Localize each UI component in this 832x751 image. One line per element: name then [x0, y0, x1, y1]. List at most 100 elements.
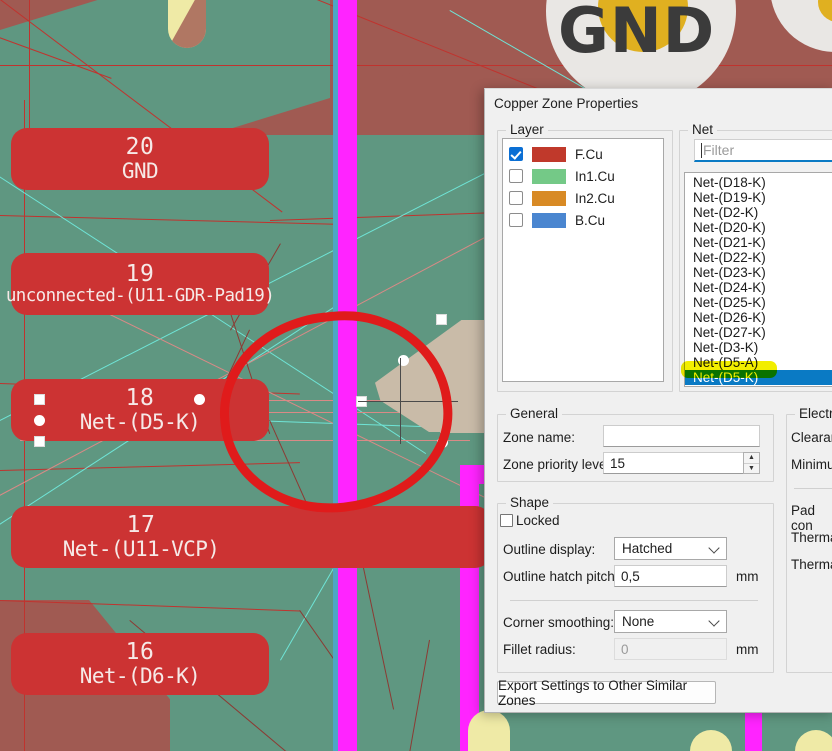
zone-name-input[interactable] — [603, 425, 760, 447]
layer-checkbox-bcu[interactable] — [509, 213, 523, 227]
annotation-highlight — [681, 361, 777, 378]
net-flag-name: unconnected-(U11-GDR-Pad19) — [5, 285, 275, 306]
net-flag-name: GND — [121, 159, 159, 184]
net-list-item[interactable]: Net-(D24-K) — [685, 280, 832, 295]
selection-handle[interactable] — [34, 394, 45, 405]
zone-priority-value: 15 — [610, 455, 626, 471]
net-flag[interactable]: 20 GND — [11, 128, 269, 190]
electrical-group-label: Electrical — [795, 406, 832, 421]
fillet-radius-unit: mm — [736, 642, 759, 657]
layer-color-swatch — [532, 168, 566, 184]
fillet-radius-input: 0 — [614, 638, 727, 660]
net-list-item[interactable]: Net-(D2-K) — [685, 205, 832, 220]
minimum-width-label: Minimum — [791, 457, 832, 472]
silk-pad — [690, 730, 732, 751]
outline-display-value: Hatched — [622, 541, 673, 556]
locked-label: Locked — [516, 513, 560, 528]
silk-pad — [795, 730, 832, 751]
selection-handle[interactable] — [34, 415, 45, 426]
net-flag-number: 19 — [125, 261, 155, 288]
layer-checkbox-in1cu[interactable] — [509, 169, 523, 183]
outline-display-label: Outline display: — [503, 542, 596, 557]
zone-name-label: Zone name: — [503, 430, 576, 445]
layer-name: F.Cu — [575, 146, 603, 162]
net-list-item[interactable]: Net-(D20-K) — [685, 220, 832, 235]
stepper-down-icon[interactable]: ▼ — [744, 464, 759, 474]
screen: GND 20 GND 19 unconnected-(U11-GDR-Pad19… — [0, 0, 832, 751]
net-list[interactable]: Net-(D18-K) Net-(D19-K) Net-(D2-K) Net-(… — [684, 172, 832, 387]
selection-handle[interactable] — [194, 394, 205, 405]
outline-display-select[interactable]: Hatched — [614, 537, 727, 560]
outline-hatch-pitch-input[interactable]: 0,5 — [614, 565, 727, 587]
divider — [510, 600, 758, 601]
layer-name: In2.Cu — [575, 190, 615, 206]
layer-checkbox-fcu[interactable] — [509, 147, 523, 161]
net-list-item[interactable]: Net-(D18-K) — [685, 175, 832, 190]
net-flag-name: Net-(D5-K) — [79, 410, 201, 435]
net-list-item[interactable]: Net-(D22-K) — [685, 250, 832, 265]
selection-handle[interactable] — [436, 314, 447, 325]
clearance-label: Clearanc — [791, 430, 832, 445]
corner-smoothing-label: Corner smoothing: — [503, 615, 615, 630]
net-list-item[interactable]: Net-(D6-K) — [685, 385, 832, 386]
layer-color-swatch — [532, 146, 566, 162]
net-list-item[interactable]: Net-(D3-K) — [685, 340, 832, 355]
net-list-item[interactable]: Net-(D19-K) — [685, 190, 832, 205]
corner-smoothing-select[interactable]: None — [614, 610, 727, 633]
pad-connections-label: Pad con — [791, 503, 816, 533]
net-list-item[interactable]: Net-(D23-K) — [685, 265, 832, 280]
outline-hatch-pitch-label: Outline hatch pitch: — [503, 569, 619, 584]
chevron-down-icon — [708, 614, 720, 627]
net-flag-number: 16 — [125, 639, 155, 666]
net-list-item[interactable]: Net-(D21-K) — [685, 235, 832, 250]
layer-row-fcu[interactable]: F.Cu — [503, 143, 663, 165]
net-flag-number: 18 — [125, 385, 155, 412]
net-filter-input[interactable]: Filter — [694, 139, 832, 162]
silk-pad — [468, 710, 510, 751]
zone-priority-input[interactable]: 15 — [603, 452, 760, 474]
divider — [794, 488, 832, 489]
export-settings-label: Export Settings to Other Similar Zones — [498, 677, 688, 708]
net-filter-placeholder: Filter — [703, 142, 735, 158]
layer-row-in1cu[interactable]: In1.Cu — [503, 165, 663, 187]
net-flag-name: Net-(U11-VCP) — [62, 537, 220, 562]
net-flag-number: 20 — [125, 134, 155, 161]
net-list-item[interactable]: Net-(D27-K) — [685, 325, 832, 340]
export-settings-button[interactable]: Export Settings to Other Similar Zones — [497, 678, 716, 708]
dialog-title-text: Copper Zone Properties — [494, 95, 639, 111]
thermal-relief-gap-label: Thermal — [791, 530, 832, 545]
corner-smoothing-value: None — [622, 614, 655, 629]
zone-priority-stepper[interactable]: ▲ ▼ — [743, 452, 760, 474]
ratsnest-line — [280, 556, 341, 661]
shape-group-label: Shape — [506, 495, 554, 510]
fillet-radius-label: Fillet radius: — [503, 642, 576, 657]
layer-row-in2cu[interactable]: In2.Cu — [503, 187, 663, 209]
layer-color-swatch — [532, 212, 566, 228]
layer-list[interactable]: F.Cu In1.Cu In2.Cu B.Cu — [502, 138, 664, 382]
outline-hatch-pitch-value: 0,5 — [621, 568, 640, 584]
layer-group-label: Layer — [506, 122, 548, 137]
layer-name: B.Cu — [575, 212, 606, 228]
net-flag-number: 17 — [126, 512, 156, 539]
pad-label: GND — [558, 0, 716, 67]
chevron-down-icon — [708, 541, 720, 554]
layer-color-swatch — [532, 190, 566, 206]
net-flag[interactable]: 19 unconnected-(U11-GDR-Pad19) — [6, 253, 275, 315]
text-caret — [701, 142, 702, 158]
layer-row-bcu[interactable]: B.Cu — [503, 209, 663, 231]
fillet-radius-value: 0 — [621, 641, 629, 657]
zone-hatch — [401, 639, 430, 751]
layer-name: In1.Cu — [575, 168, 615, 184]
thermal-spoke-width-label: Thermal — [791, 557, 832, 572]
net-group-label: Net — [688, 122, 718, 137]
net-flag[interactable]: 16 Net-(D6-K) — [11, 633, 269, 695]
net-list-item[interactable]: Net-(D26-K) — [685, 310, 832, 325]
net-flag[interactable]: 17 Net-(U11-VCP) — [11, 506, 491, 568]
selection-handle[interactable] — [34, 436, 45, 447]
layer-checkbox-in2cu[interactable] — [509, 191, 523, 205]
dialog-title: Copper Zone Properties — [485, 89, 832, 117]
locked-checkbox[interactable] — [500, 514, 513, 527]
general-group-label: General — [506, 406, 563, 421]
net-list-item[interactable]: Net-(D25-K) — [685, 295, 832, 310]
stepper-up-icon[interactable]: ▲ — [744, 453, 759, 464]
